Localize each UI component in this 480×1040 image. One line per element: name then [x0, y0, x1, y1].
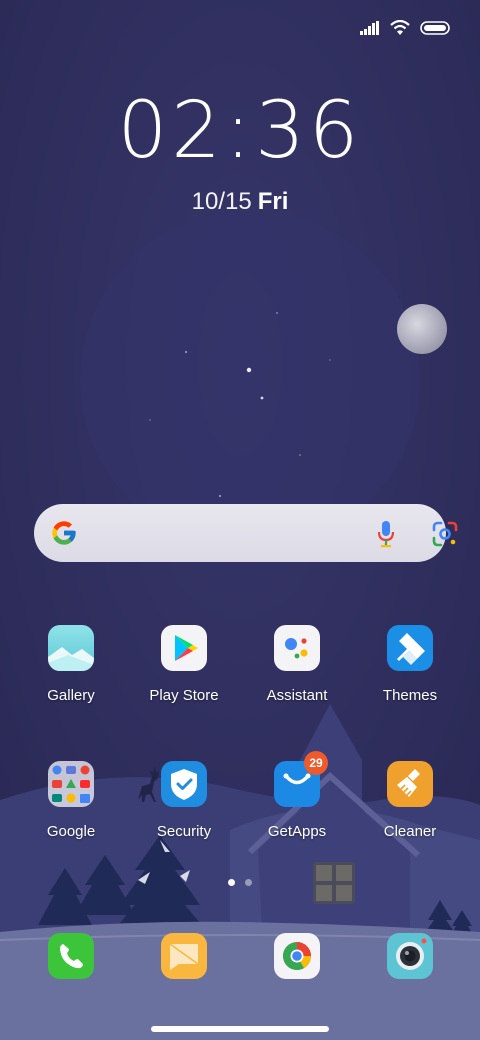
- notification-badge: 29: [304, 751, 328, 775]
- google-folder-icon: [48, 761, 94, 807]
- page-dot: [245, 879, 252, 886]
- camera-icon[interactable]: [387, 933, 433, 979]
- lens-icon[interactable]: [432, 521, 458, 547]
- app-label: Google: [46, 823, 96, 840]
- messaging-icon[interactable]: [161, 933, 207, 979]
- clock-time[interactable]: 02:36: [0, 92, 480, 170]
- date-text: 10/15: [191, 188, 252, 215]
- getapps-icon: 29: [274, 751, 328, 807]
- themes-icon: [387, 625, 433, 671]
- app-label: Cleaner: [383, 823, 437, 840]
- app-security[interactable]: Security: [128, 761, 240, 840]
- google-search-bar[interactable]: [34, 504, 458, 562]
- moon: [397, 304, 447, 354]
- page-dot-active: [228, 879, 235, 886]
- page-indicator[interactable]: [228, 879, 252, 886]
- app-assistant[interactable]: Assistant: [241, 625, 353, 704]
- app-label: Play Store: [149, 687, 219, 704]
- security-icon: [161, 761, 207, 807]
- cellular-signal-icon: [360, 21, 379, 35]
- battery-icon: [420, 21, 450, 35]
- play-store-icon: [161, 625, 207, 671]
- chrome-icon[interactable]: [274, 933, 320, 979]
- cleaner-icon: [387, 761, 433, 807]
- app-themes[interactable]: Themes: [354, 625, 466, 704]
- app-play-store[interactable]: Play Store: [128, 625, 240, 704]
- app-cleaner[interactable]: Cleaner: [354, 761, 466, 840]
- app-label: Gallery: [47, 687, 95, 704]
- weekday-text: Fri: [257, 188, 289, 215]
- status-bar: [360, 14, 450, 42]
- phone-icon[interactable]: [48, 933, 94, 979]
- assistant-icon: [274, 625, 320, 671]
- gallery-icon: [48, 625, 94, 671]
- clock-date[interactable]: 10/15 Fri: [0, 188, 480, 216]
- app-label: Security: [156, 823, 212, 840]
- wifi-icon: [390, 20, 410, 35]
- app-getapps[interactable]: 29 GetApps: [241, 751, 353, 840]
- app-label: Assistant: [266, 687, 328, 704]
- folder-google[interactable]: Google: [15, 761, 127, 840]
- app-gallery[interactable]: Gallery: [15, 625, 127, 704]
- microphone-icon[interactable]: [376, 520, 396, 548]
- app-label: Themes: [382, 687, 438, 704]
- google-logo-icon: [52, 521, 76, 545]
- app-label: GetApps: [267, 823, 327, 840]
- gesture-home-bar[interactable]: [151, 1026, 329, 1032]
